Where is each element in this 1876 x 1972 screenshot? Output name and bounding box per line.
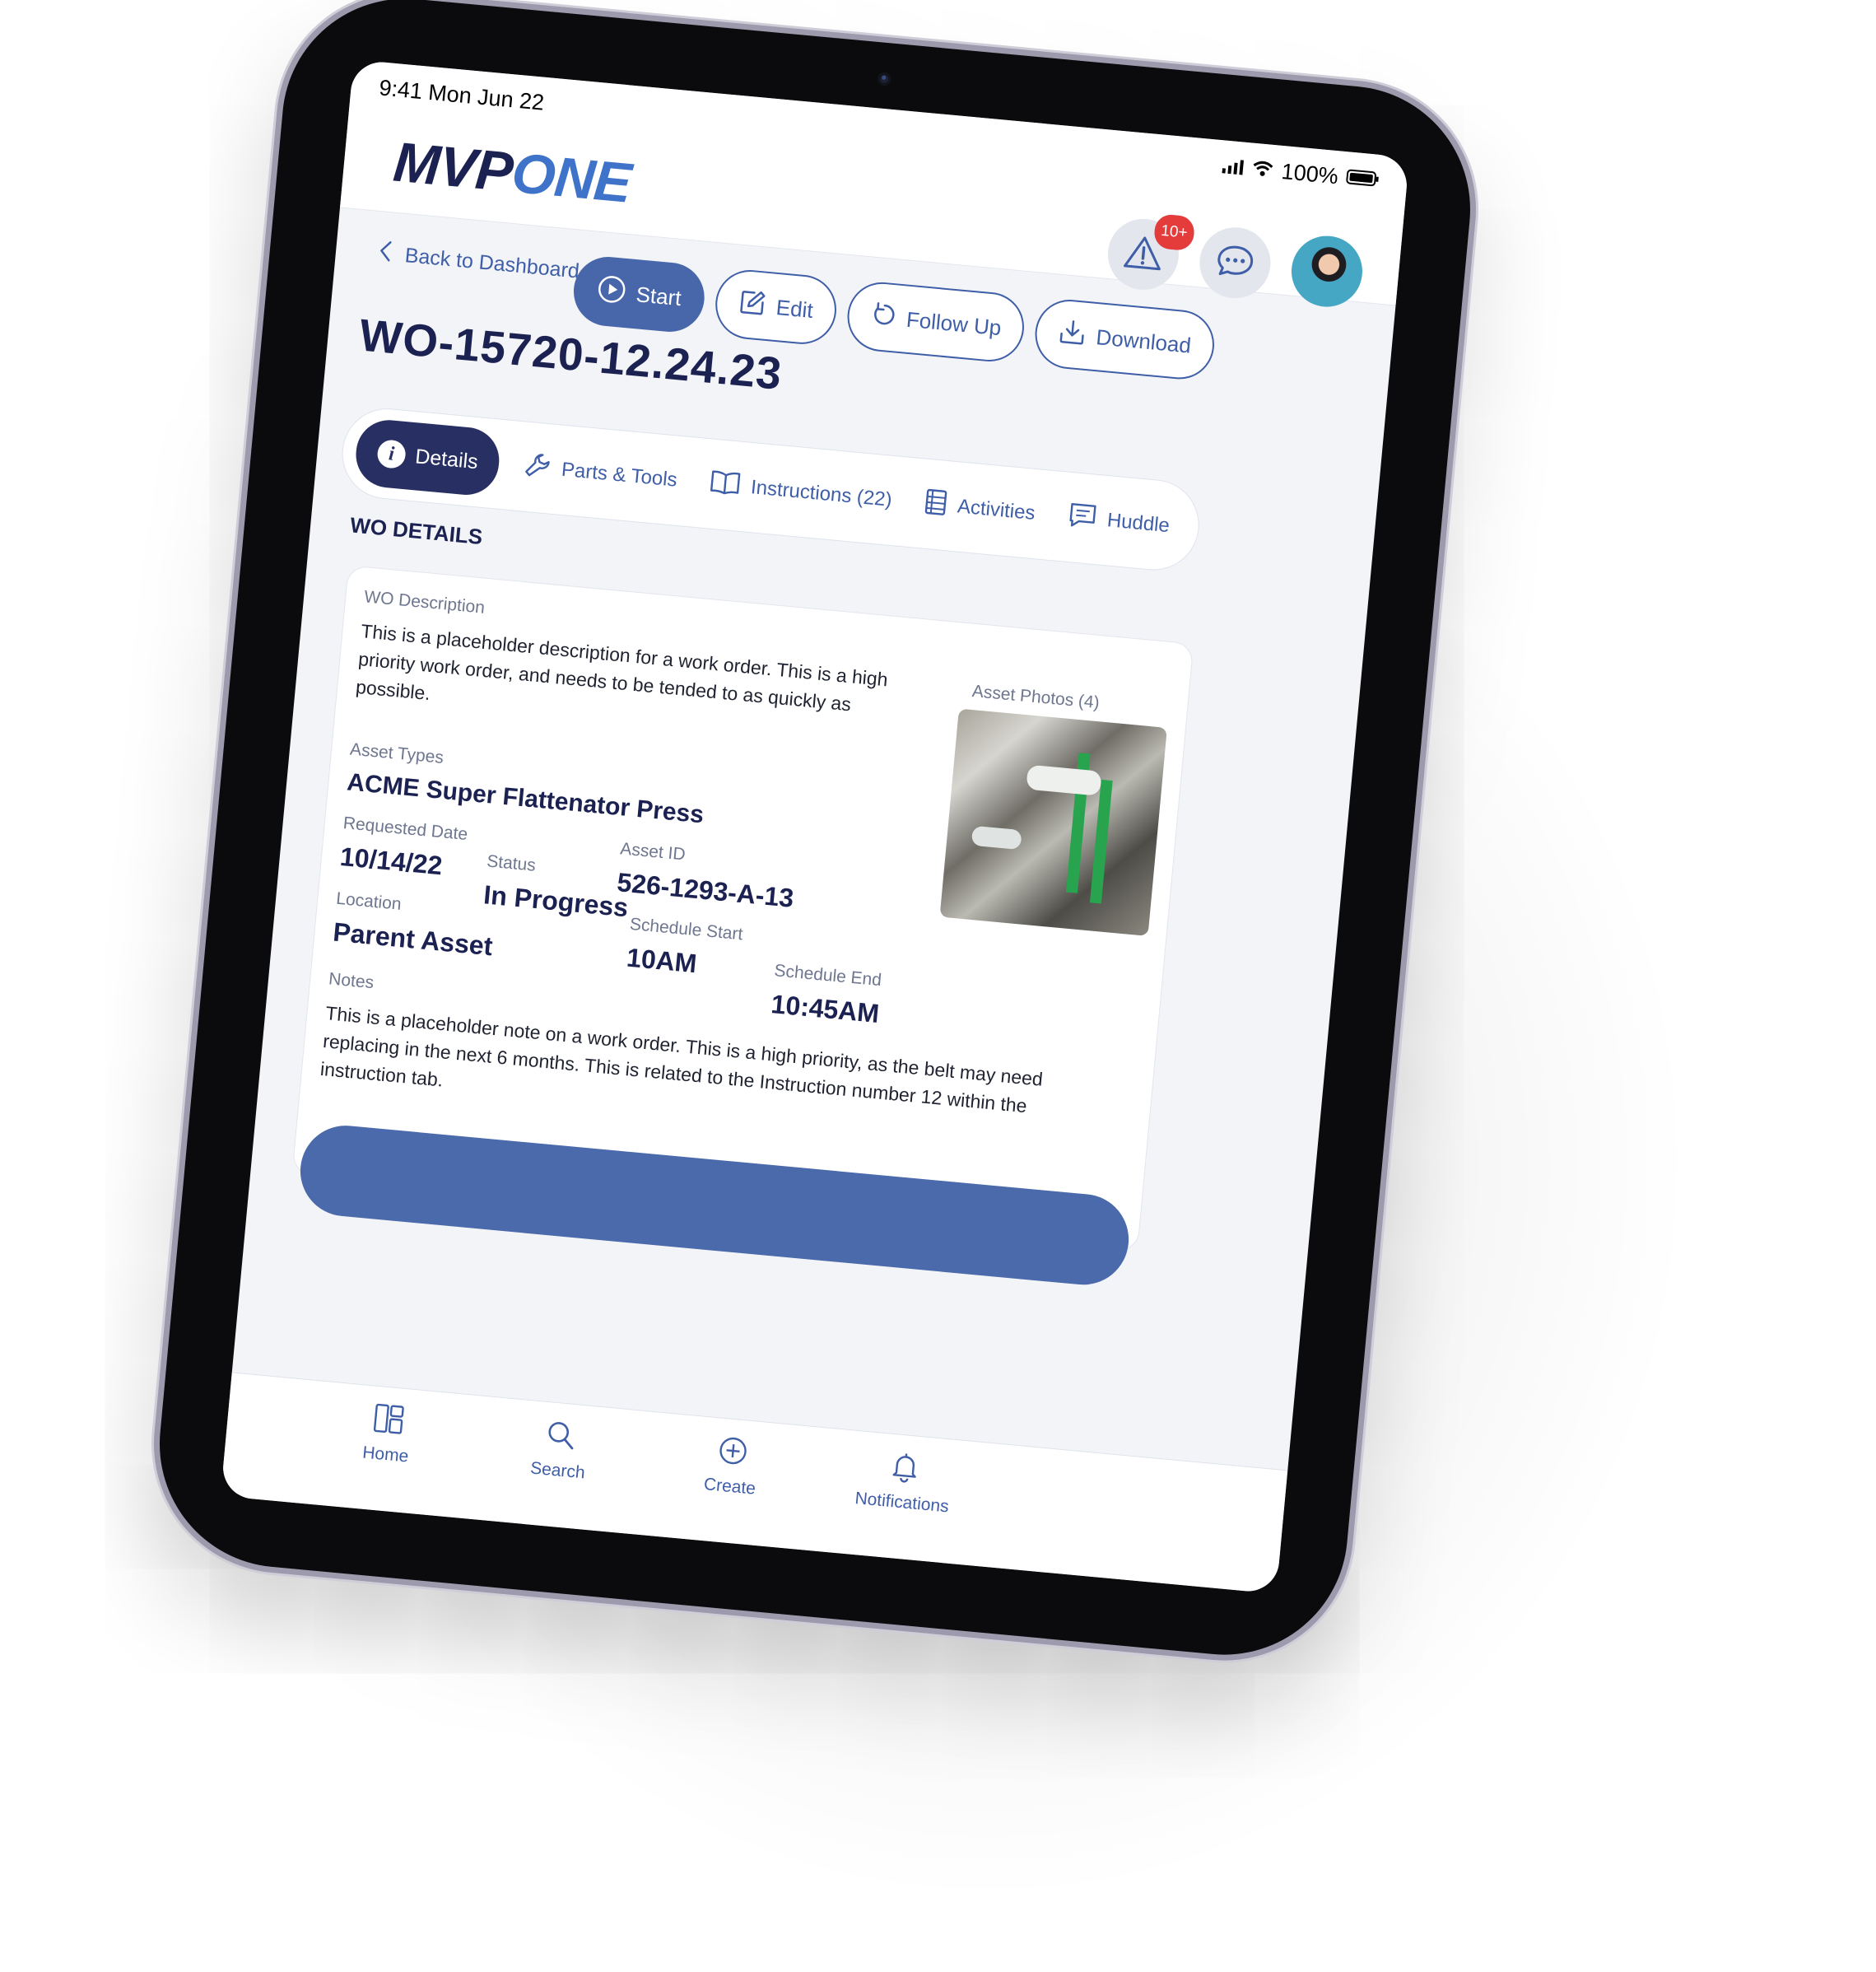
mvpone-logo[interactable]: MVPONE [391, 129, 634, 215]
signal-icon [1222, 153, 1245, 180]
nav-home[interactable]: Home [294, 1380, 477, 1519]
battery-icon [1345, 165, 1380, 193]
description-label: WO Description [363, 587, 486, 618]
app-screen: 9:41 Mon Jun 22 100% MVPONE [221, 59, 1409, 1593]
photo-detail [971, 826, 1022, 850]
asset-photos-label: Asset Photos (4) [971, 682, 1101, 713]
nav-search-label: Search [529, 1458, 585, 1483]
tab-activities[interactable]: Activities [915, 486, 1045, 531]
photo-detail [1026, 765, 1101, 796]
requested-date-value: 10/14/22 [338, 841, 443, 881]
edit-button[interactable]: Edit [712, 267, 839, 347]
play-circle-icon [595, 273, 628, 310]
nav-notifications[interactable]: Notifications [811, 1428, 994, 1567]
user-avatar[interactable] [1288, 233, 1366, 310]
download-icon [1057, 316, 1088, 352]
chat-bubble-icon [1214, 242, 1255, 284]
back-to-dashboard-link[interactable]: Back to Dashboard [377, 239, 580, 286]
status-date: Mon Jun 22 [427, 79, 545, 114]
photo-detail [1090, 780, 1113, 904]
tab-huddle[interactable]: Huddle [1058, 499, 1179, 543]
notes-label: Notes [328, 969, 375, 993]
wifi-icon [1251, 156, 1275, 183]
edit-button-label: Edit [775, 295, 814, 324]
nav-home-label: Home [361, 1443, 409, 1467]
tab-details-label: Details [414, 445, 479, 474]
status-indicators: 100% [1222, 153, 1380, 193]
nav-search[interactable]: Search [467, 1396, 650, 1535]
asset-photo[interactable] [940, 709, 1167, 936]
schedule-start-label: Schedule Start [629, 915, 743, 945]
nav-create-label: Create [703, 1475, 756, 1499]
tab-activities-label: Activities [957, 495, 1036, 525]
alerts-button[interactable]: 10+ [1105, 216, 1182, 293]
status-clock: 9:41 [378, 75, 423, 104]
search-icon [542, 1417, 579, 1457]
schedule-end-value: 10:45AM [770, 989, 880, 1029]
back-link-label: Back to Dashboard [404, 244, 580, 284]
asset-types-label: Asset Types [349, 739, 445, 767]
logo-one: ONE [510, 142, 634, 215]
download-button-label: Download [1095, 324, 1192, 359]
schedule-end-label: Schedule End [773, 961, 882, 991]
tab-instructions-label: Instructions (22) [750, 476, 893, 512]
start-button-label: Start [635, 282, 682, 311]
description-text: This is a placeholder description for a … [355, 617, 896, 750]
tab-details[interactable]: i Details [353, 417, 502, 498]
status-value: In Progress [482, 879, 630, 923]
follow-up-button[interactable]: Follow Up [845, 279, 1027, 365]
battery-percent: 100% [1280, 159, 1339, 189]
tab-instructions[interactable]: Instructions (22) [701, 467, 902, 517]
home-grid-icon [370, 1401, 407, 1441]
download-button[interactable]: Download [1032, 296, 1217, 382]
nav-create[interactable]: Create [639, 1412, 822, 1551]
info-icon: i [376, 439, 407, 469]
front-camera [877, 72, 891, 86]
tablet-device: 9:41 Mon Jun 22 100% MVPONE [149, 0, 1481, 1666]
start-button[interactable]: Start [570, 254, 707, 334]
notes-text: This is a placeholder note on a work ord… [319, 999, 1065, 1151]
location-label: Location [335, 889, 402, 915]
chat-lines-icon [1066, 500, 1099, 536]
refresh-icon [869, 300, 898, 334]
tab-huddle-label: Huddle [1106, 509, 1171, 538]
status-time: 9:41 Mon Jun 22 [378, 75, 545, 115]
asset-id-label: Asset ID [619, 839, 686, 865]
tab-parts-tools-label: Parts & Tools [561, 459, 678, 492]
follow-up-button-label: Follow Up [905, 306, 1003, 341]
bottom-navigation: Home Search Create Notifications [221, 1372, 1287, 1593]
list-icon [923, 487, 949, 522]
location-value: Parent Asset [332, 917, 494, 963]
plus-circle-icon [715, 1433, 751, 1473]
requested-date-label: Requested Date [342, 814, 468, 845]
wrench-icon [522, 450, 553, 486]
chevron-left-icon [377, 239, 393, 268]
edit-pencil-icon [737, 287, 768, 323]
bell-icon [887, 1449, 923, 1489]
status-label: Status [486, 851, 537, 875]
messages-button[interactable] [1197, 224, 1274, 301]
asset-id-value: 526-1293-A-13 [616, 867, 795, 914]
section-title: WO DETAILS [349, 512, 483, 550]
nav-notifications-label: Notifications [854, 1489, 950, 1517]
tab-parts-tools[interactable]: Parts & Tools [514, 449, 687, 498]
schedule-start-value: 10AM [626, 943, 698, 980]
book-icon [709, 468, 742, 502]
logo-mvp: MVP [391, 130, 515, 203]
